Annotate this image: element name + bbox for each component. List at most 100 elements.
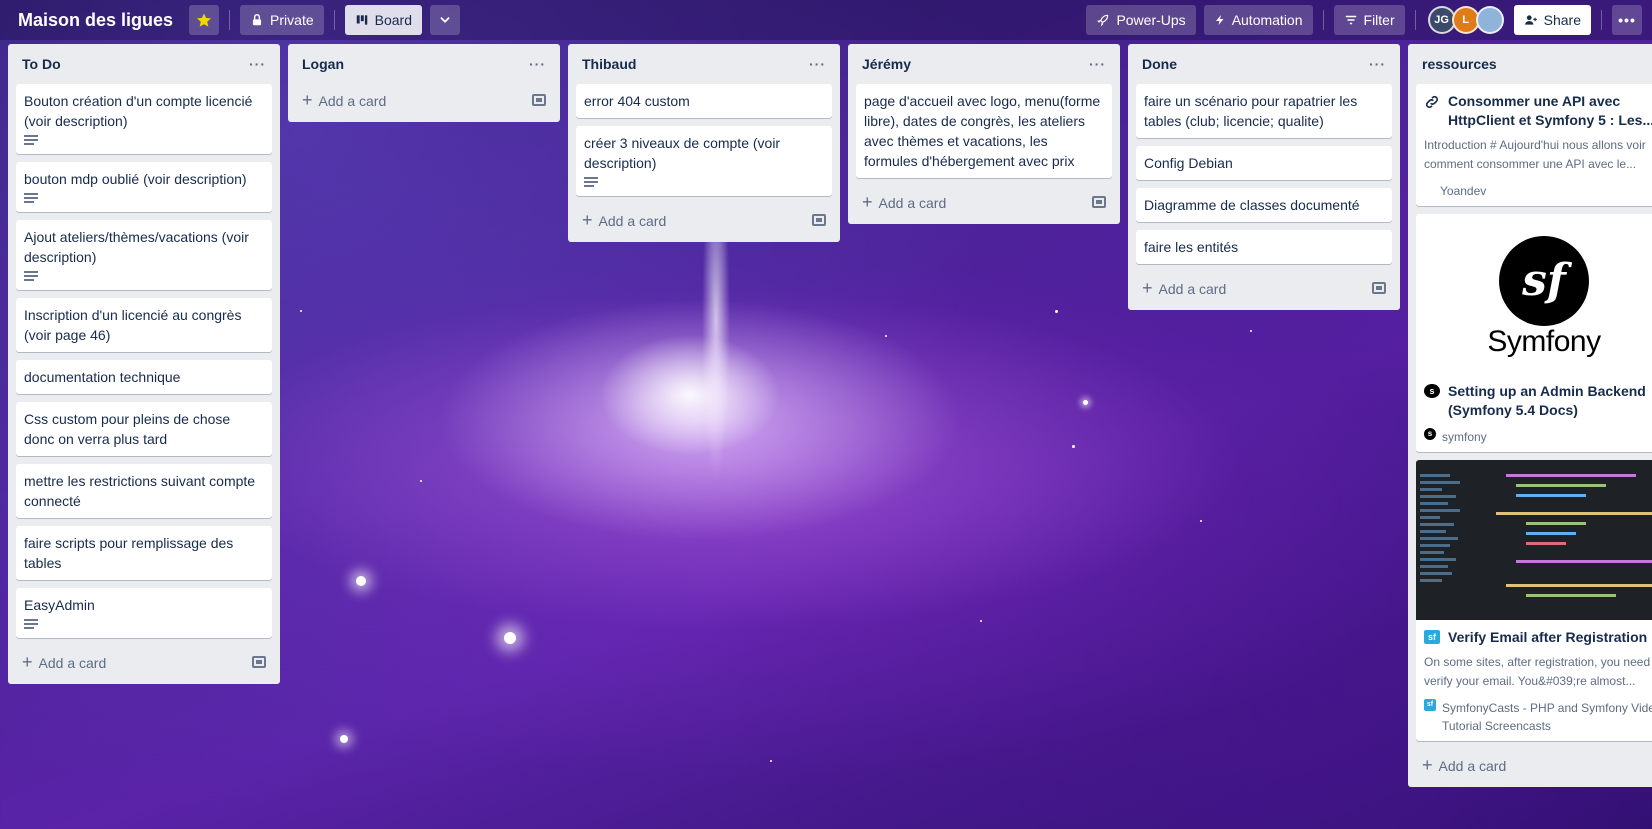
automation-button[interactable]: Automation (1203, 5, 1313, 35)
list-title[interactable]: To Do (22, 56, 61, 72)
add-card-label: Add a card (38, 655, 107, 671)
list-card[interactable]: Inscription d'un licencié au congrès (vo… (16, 298, 272, 352)
list-title[interactable]: Logan (302, 56, 344, 72)
list-card[interactable]: Diagramme de classes documenté (1136, 188, 1392, 222)
resource-title: Verify Email after Registration (1448, 629, 1648, 645)
resource-source: SymfonyCasts - PHP and Symfony Video Tut… (1442, 701, 1652, 733)
view-label: Board (374, 12, 412, 28)
board-icon (356, 15, 367, 25)
symfony-icon: s (1424, 384, 1440, 398)
view-switcher-button[interactable] (429, 5, 460, 35)
resource-card[interactable]: sf Symfony s Setting up an Admin Backend… (1416, 214, 1652, 452)
list-menu-icon[interactable]: ··· (249, 56, 266, 72)
create-from-template-icon[interactable] (1372, 282, 1386, 294)
list-card[interactable]: Css custom pour pleins de chose donc on … (16, 402, 272, 456)
symfony-wordmark: Symfony (1487, 325, 1601, 358)
list-header[interactable]: Done ··· (1136, 44, 1392, 84)
resource-card[interactable]: Consommer une API avec HttpClient et Sym… (1416, 84, 1652, 206)
header-actions: Power-Ups Automation Filter JG L Share ••… (1086, 5, 1642, 35)
list-header[interactable]: To Do ··· (16, 44, 272, 84)
board-lists: To Do ··· Bouton création d'un compte lice… (8, 44, 1652, 787)
list-card[interactable]: faire les entités (1136, 230, 1392, 264)
resource-source: symfony (1442, 430, 1487, 444)
divider (1601, 10, 1602, 30)
list-card[interactable]: mettre les restrictions suivant compte c… (16, 464, 272, 518)
description-icon (24, 193, 38, 203)
member-avatar[interactable] (1475, 6, 1504, 34)
list-card[interactable]: faire scripts pour remplissage des table… (16, 526, 272, 580)
create-from-template-icon[interactable] (252, 656, 266, 668)
lightning-icon (1215, 15, 1224, 25)
list-menu-icon[interactable]: ··· (1089, 56, 1106, 72)
add-card-button[interactable]: + Add a card (856, 186, 1112, 218)
filter-button[interactable]: Filter (1333, 5, 1405, 35)
list-menu-icon[interactable]: ··· (809, 56, 826, 72)
list-menu-icon[interactable]: ··· (1369, 56, 1386, 72)
list-card[interactable]: bouton mdp oublié (voir description) (16, 162, 272, 212)
share-button[interactable]: Share (1513, 5, 1591, 35)
add-card-label: Add a card (318, 93, 387, 109)
list-card[interactable]: Config Debian (1136, 146, 1392, 180)
symfonycasts-icon: sf (1424, 630, 1440, 644)
resource-card[interactable]: sf Verify Email after Registration On so… (1416, 460, 1652, 741)
create-from-template-icon[interactable] (1092, 196, 1106, 208)
description-icon (584, 177, 598, 187)
list-title[interactable]: ressources (1422, 56, 1497, 72)
board-menu-button[interactable]: ••• (1612, 5, 1642, 35)
add-card-label: Add a card (878, 195, 947, 211)
visibility-button[interactable]: Private (240, 5, 324, 35)
list-title[interactable]: Thibaud (582, 56, 636, 72)
add-member-icon (1524, 15, 1537, 25)
resource-title: Setting up an Admin Backend (Symfony 5.4… (1448, 383, 1646, 418)
card-title: documentation technique (24, 369, 181, 385)
list-card[interactable]: faire un scénario pour rapatrier les tab… (1136, 84, 1392, 138)
create-from-template-icon[interactable] (812, 214, 826, 226)
chevron-down-icon (440, 17, 450, 23)
list-title[interactable]: Done (1142, 56, 1177, 72)
list-done: Done ··· faire un scénario pour rapatrier … (1128, 44, 1400, 310)
divider (229, 10, 231, 30)
list-card[interactable]: page d'accueil avec logo, menu(forme lib… (856, 84, 1112, 178)
symfonycasts-icon: sf (1424, 699, 1436, 711)
link-icon (1425, 95, 1439, 109)
card-title: page d'accueil avec logo, menu(forme lib… (864, 93, 1101, 169)
filter-icon (1345, 15, 1356, 25)
create-from-template-icon[interactable] (532, 94, 546, 106)
card-title: bouton mdp oublié (voir description) (24, 171, 247, 187)
list-card[interactable]: créer 3 niveaux de compte (voir descript… (576, 126, 832, 196)
power-ups-label: Power-Ups (1116, 12, 1186, 28)
add-card-button[interactable]: + Add a card (1416, 749, 1652, 781)
view-board-button[interactable]: Board (344, 5, 422, 35)
rocket-icon (1097, 14, 1109, 27)
list-menu-icon[interactable]: ··· (529, 56, 546, 72)
list-header[interactable]: Thibaud ··· (576, 44, 832, 84)
list-card[interactable]: Ajout ateliers/thèmes/vacations (voir de… (16, 220, 272, 290)
divider (333, 10, 335, 30)
list-card[interactable]: Bouton création d'un compte licencié (vo… (16, 84, 272, 154)
card-cover-symfony-logo: sf Symfony (1416, 214, 1652, 374)
card-title: faire les entités (1144, 239, 1239, 255)
card-title: Bouton création d'un compte licencié (vo… (24, 93, 253, 129)
power-ups-button[interactable]: Power-Ups (1086, 5, 1196, 35)
board-header: Maison des ligues Private Board Power-Up… (0, 0, 1652, 40)
list-title[interactable]: Jérémy (862, 56, 911, 72)
add-card-button[interactable]: + Add a card (1136, 272, 1392, 304)
star-button[interactable] (189, 5, 220, 35)
list-card[interactable]: EasyAdmin (16, 588, 272, 638)
card-title: EasyAdmin (24, 597, 95, 613)
board-title[interactable]: Maison des ligues (10, 10, 181, 31)
list-header[interactable]: Logan ··· (296, 44, 552, 84)
add-card-button[interactable]: + Add a card (576, 204, 832, 236)
list-header[interactable]: Jérémy ··· (856, 44, 1112, 84)
symfony-logo-icon: sf (1499, 236, 1589, 326)
list-card[interactable]: error 404 custom (576, 84, 832, 118)
card-title: faire un scénario pour rapatrier les tab… (1144, 93, 1358, 129)
list-card[interactable]: documentation technique (16, 360, 272, 394)
add-card-button[interactable]: + Add a card (296, 84, 552, 116)
resource-description: Introduction # Aujourd'hui nous allons v… (1424, 138, 1646, 171)
list-header[interactable]: ressources (1416, 44, 1652, 84)
add-card-button[interactable]: + Add a card (16, 646, 272, 678)
add-card-label: Add a card (598, 213, 667, 229)
card-title: Css custom pour pleins de chose donc on … (24, 411, 231, 447)
plus-icon: + (1422, 755, 1433, 775)
